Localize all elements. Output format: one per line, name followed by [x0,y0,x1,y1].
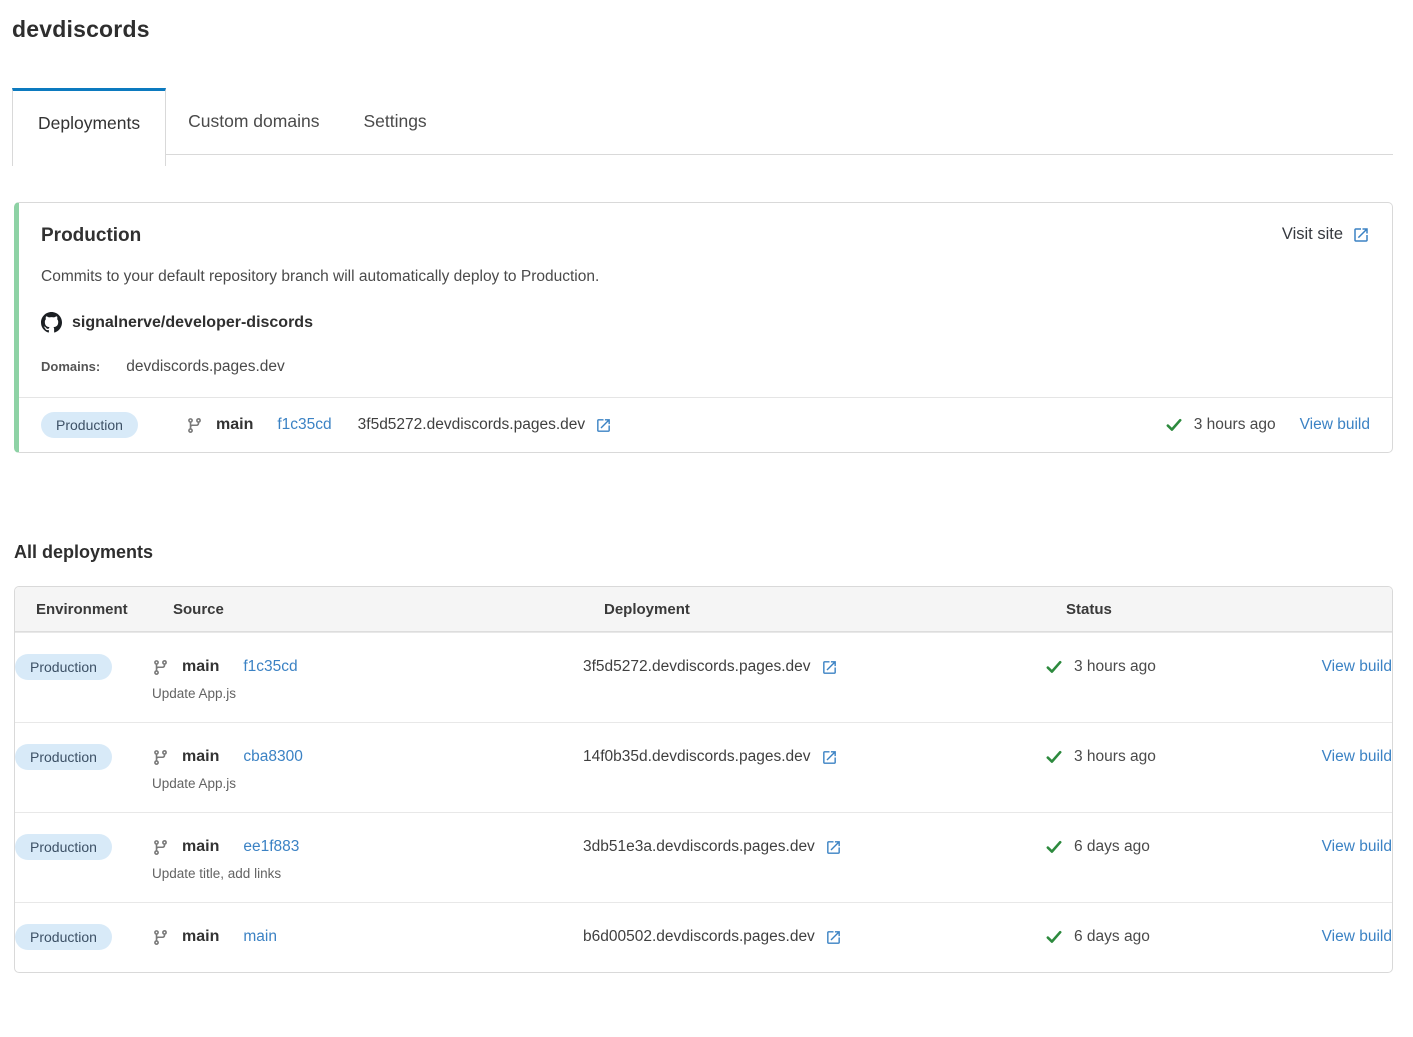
branch-name: main [182,658,219,676]
visit-site-link[interactable]: Visit site [1282,225,1370,244]
table-row: Production main main b6d00502.devdiscord… [15,902,1392,972]
external-link-icon [1352,226,1370,244]
deployment-time: 3 hours ago [1194,416,1276,434]
table-row: Production main f1c35cd Update App.js 3f… [15,632,1392,722]
branch-name: main [182,838,219,856]
deployment-url: 3db51e3a.devdiscords.pages.dev [583,838,815,856]
branch-name: main [216,416,253,434]
view-build-link[interactable]: View build [1322,838,1392,856]
branch-name: main [182,748,219,766]
git-branch-icon [152,929,169,946]
tab-settings-label: Settings [363,111,426,132]
deployment-time: 6 days ago [1074,838,1150,856]
tab-custom-domains-label: Custom domains [188,111,319,132]
table-header: Environment Source Deployment Status [15,587,1392,632]
git-branch-icon [152,839,169,856]
external-link-icon[interactable] [825,839,842,856]
table-row: Production main ee1f883 Update title, ad… [15,812,1392,902]
deployment-url: 3f5d5272.devdiscords.pages.dev [358,416,586,434]
commit-link[interactable]: f1c35cd [277,416,331,434]
page-title: devdiscords [12,16,1393,43]
deployment-time: 3 hours ago [1074,658,1156,676]
view-build-link[interactable]: View build [1322,658,1392,676]
deployments-table: Environment Source Deployment Status Pro… [14,586,1393,973]
commit-link[interactable]: main [243,928,277,946]
external-link-icon[interactable] [821,659,838,676]
external-link-icon[interactable] [821,749,838,766]
tab-deployments[interactable]: Deployments [12,88,166,166]
git-branch-icon [186,417,203,434]
environment-badge: Production [15,834,112,860]
column-header-environment: Environment [36,601,173,618]
external-link-icon[interactable] [595,417,612,434]
commit-message: Update title, add links [152,866,583,881]
column-header-deployment: Deployment [604,601,1066,618]
commit-link[interactable]: cba8300 [243,748,302,766]
tab-settings[interactable]: Settings [341,88,448,155]
column-header-status: Status [1066,601,1284,618]
view-build-link[interactable]: View build [1300,416,1370,434]
success-check-icon [1045,658,1063,676]
success-check-icon [1045,838,1063,856]
deployment-time: 6 days ago [1074,928,1150,946]
visit-site-label: Visit site [1282,225,1343,244]
column-header-source: Source [173,601,604,618]
domains-value: devdiscords.pages.dev [126,358,285,376]
production-card-title: Production [41,225,141,247]
commit-message: Update App.js [152,686,583,701]
tab-custom-domains[interactable]: Custom domains [166,88,341,155]
view-build-link[interactable]: View build [1322,928,1392,946]
success-check-icon [1045,748,1063,766]
table-row: Production main cba8300 Update App.js 14… [15,722,1392,812]
commit-link[interactable]: ee1f883 [243,838,299,856]
production-description: Commits to your default repository branc… [41,268,1370,286]
commit-link[interactable]: f1c35cd [243,658,297,676]
tab-bar: Deployments Custom domains Settings [12,88,1393,155]
success-check-icon [1045,928,1063,946]
all-deployments-title: All deployments [14,542,1393,563]
environment-badge: Production [15,744,112,770]
deployment-time: 3 hours ago [1074,748,1156,766]
domains-label: Domains: [41,359,100,374]
git-branch-icon [152,659,169,676]
github-icon [41,312,62,333]
production-deployment-row: Production main f1c35cd 3f5d5272.devdisc… [19,397,1392,452]
view-build-link[interactable]: View build [1322,748,1392,766]
git-branch-icon [152,749,169,766]
tab-deployments-label: Deployments [38,113,140,134]
environment-badge: Production [15,924,112,950]
deployment-url: 3f5d5272.devdiscords.pages.dev [583,658,811,676]
repo-name: signalnerve/developer-discords [72,314,313,332]
environment-badge: Production [41,412,138,438]
success-check-icon [1165,416,1183,434]
production-card: Production Visit site Commits to your de… [14,202,1393,453]
external-link-icon[interactable] [825,929,842,946]
deployment-url: b6d00502.devdiscords.pages.dev [583,928,815,946]
commit-message: Update App.js [152,776,583,791]
environment-badge: Production [15,654,112,680]
branch-name: main [182,928,219,946]
deployment-url: 14f0b35d.devdiscords.pages.dev [583,748,811,766]
